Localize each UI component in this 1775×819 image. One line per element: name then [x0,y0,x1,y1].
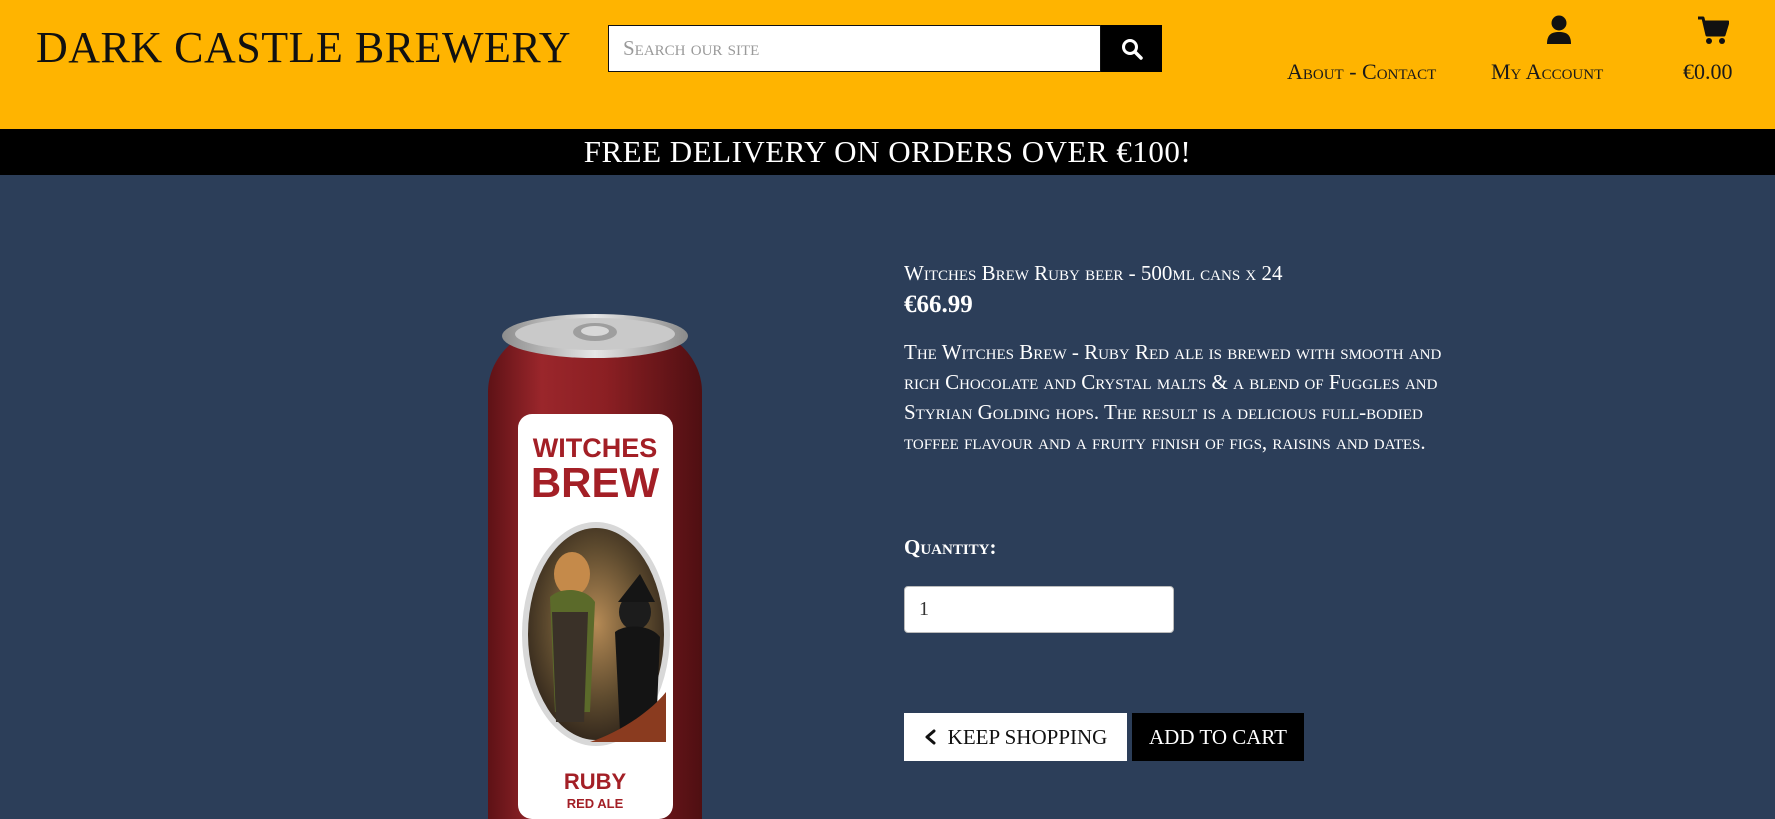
product-price: €66.99 [904,291,973,318]
can-label-ruby: RUBY [564,769,627,794]
product-details: Witches Brew Ruby beer - 500ml cans x 24… [904,258,1464,457]
add-to-cart-button[interactable]: Add to Cart [1132,713,1304,761]
product-name: Witches Brew Ruby beer - 500ml cans x 24 [904,261,1283,285]
cart-total: €0.00 [1683,59,1733,84]
nav-my-account[interactable]: My Account [1491,15,1631,85]
nav-about-contact[interactable]: About - Contact [1287,15,1467,85]
delivery-banner: Free delivery on orders over €100! [0,129,1775,175]
can-label-brew: BREW [531,459,660,506]
shopping-cart-icon [1698,16,1729,44]
search-button[interactable] [1101,25,1162,72]
brand-logo[interactable]: Dark Castle Brewery [36,22,571,73]
can-label-red-ale: RED ALE [567,796,624,811]
quantity-input[interactable] [904,586,1174,633]
search-input[interactable] [608,25,1101,72]
nav-about-contact-label: About - Contact [1287,59,1437,84]
chevron-left-icon [924,729,936,745]
product-image: WITCHES BREW RUBY RED ALE [488,314,702,819]
site-header: Dark Castle Brewery About - Contact My A… [0,0,1775,129]
search-icon [1121,38,1143,60]
quantity-label: Quantity: [904,535,997,559]
search-form [608,25,1162,72]
keep-shopping-label: Keep Shopping [947,724,1108,749]
user-icon [1547,15,1571,44]
nav-my-account-label: My Account [1491,59,1604,84]
nav-cart[interactable]: €0.00 [1680,15,1760,85]
keep-shopping-button[interactable]: Keep Shopping [904,713,1127,761]
product-description: The Witches Brew - Ruby Red ale is brewe… [904,340,1442,454]
